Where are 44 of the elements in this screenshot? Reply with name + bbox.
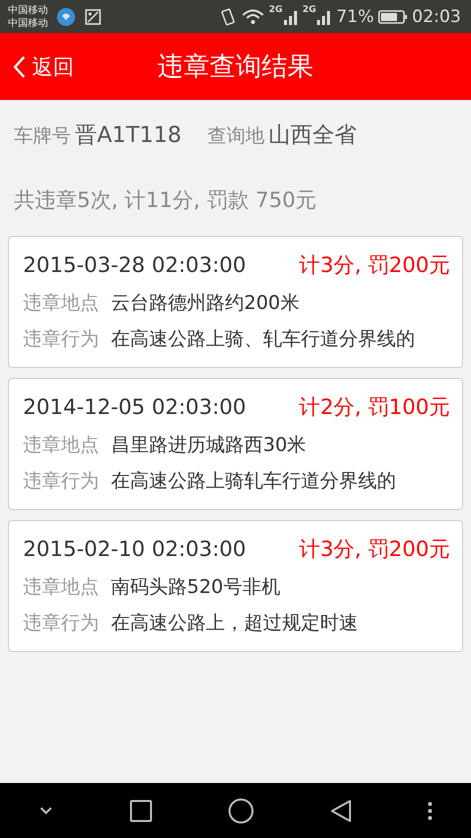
region-label: 查询地	[207, 124, 264, 149]
location-label: 违章地点	[23, 575, 99, 600]
action-label: 违章行为	[23, 469, 99, 494]
location-label: 违章地点	[23, 433, 99, 458]
action-value: 在高速公路上骑、轧车行道分界线的	[111, 327, 415, 352]
violation-time: 2015-03-28 02:03:00	[23, 253, 246, 277]
location-label: 违章地点	[23, 291, 99, 316]
signal-icon	[282, 8, 299, 24]
back-button[interactable]: 返回	[0, 52, 86, 80]
location-value: 南码头路520号非机	[111, 575, 280, 600]
action-label: 违章行为	[23, 611, 99, 636]
network-type: 2G	[268, 5, 283, 15]
action-value: 在高速公路上，超过规定时速	[111, 611, 358, 636]
vibrate-icon	[218, 6, 237, 26]
violation-time: 2014-12-05 02:03:00	[23, 395, 246, 419]
back-nav-button[interactable]	[330, 798, 352, 822]
plate-label: 车牌号	[14, 124, 71, 149]
action-value: 在高速公路上骑轧车行道分界线的	[111, 469, 396, 494]
battery-percent: 71%	[336, 6, 374, 26]
region-value: 山西全省	[268, 122, 356, 150]
carrier-name: 中国移动	[8, 4, 48, 16]
signal-icon	[316, 8, 332, 24]
home-button[interactable]	[228, 798, 254, 824]
violation-summary: 共违章5次, 计11分, 罚款 750元	[13, 187, 318, 214]
penalty-text: 计3分, 罚200元	[299, 536, 450, 563]
network-type: 2G	[302, 5, 316, 15]
action-label: 违章行为	[23, 327, 99, 352]
plate-number: 晋A1T118	[75, 122, 182, 150]
penalty-text: 计2分, 罚100元	[299, 394, 450, 421]
location-value: 云台路德州路约200米	[111, 291, 300, 316]
carrier-name: 中国移动	[8, 16, 48, 30]
wifi-icon	[240, 8, 265, 26]
chevron-left-icon	[12, 54, 26, 78]
page-title: 违章查询结果	[158, 51, 314, 84]
battery-icon	[378, 8, 408, 24]
app-notification-icon	[56, 6, 76, 26]
clock: 02:03	[412, 6, 461, 26]
more-icon[interactable]	[427, 800, 434, 820]
violation-time: 2015-02-10 02:03:00	[23, 537, 246, 561]
image-icon	[84, 8, 102, 26]
recents-button[interactable]	[129, 798, 154, 822]
chevron-down-icon[interactable]	[38, 806, 54, 816]
penalty-text: 计3分, 罚200元	[299, 252, 450, 279]
location-value: 昌里路进历城路西30米	[111, 433, 306, 458]
